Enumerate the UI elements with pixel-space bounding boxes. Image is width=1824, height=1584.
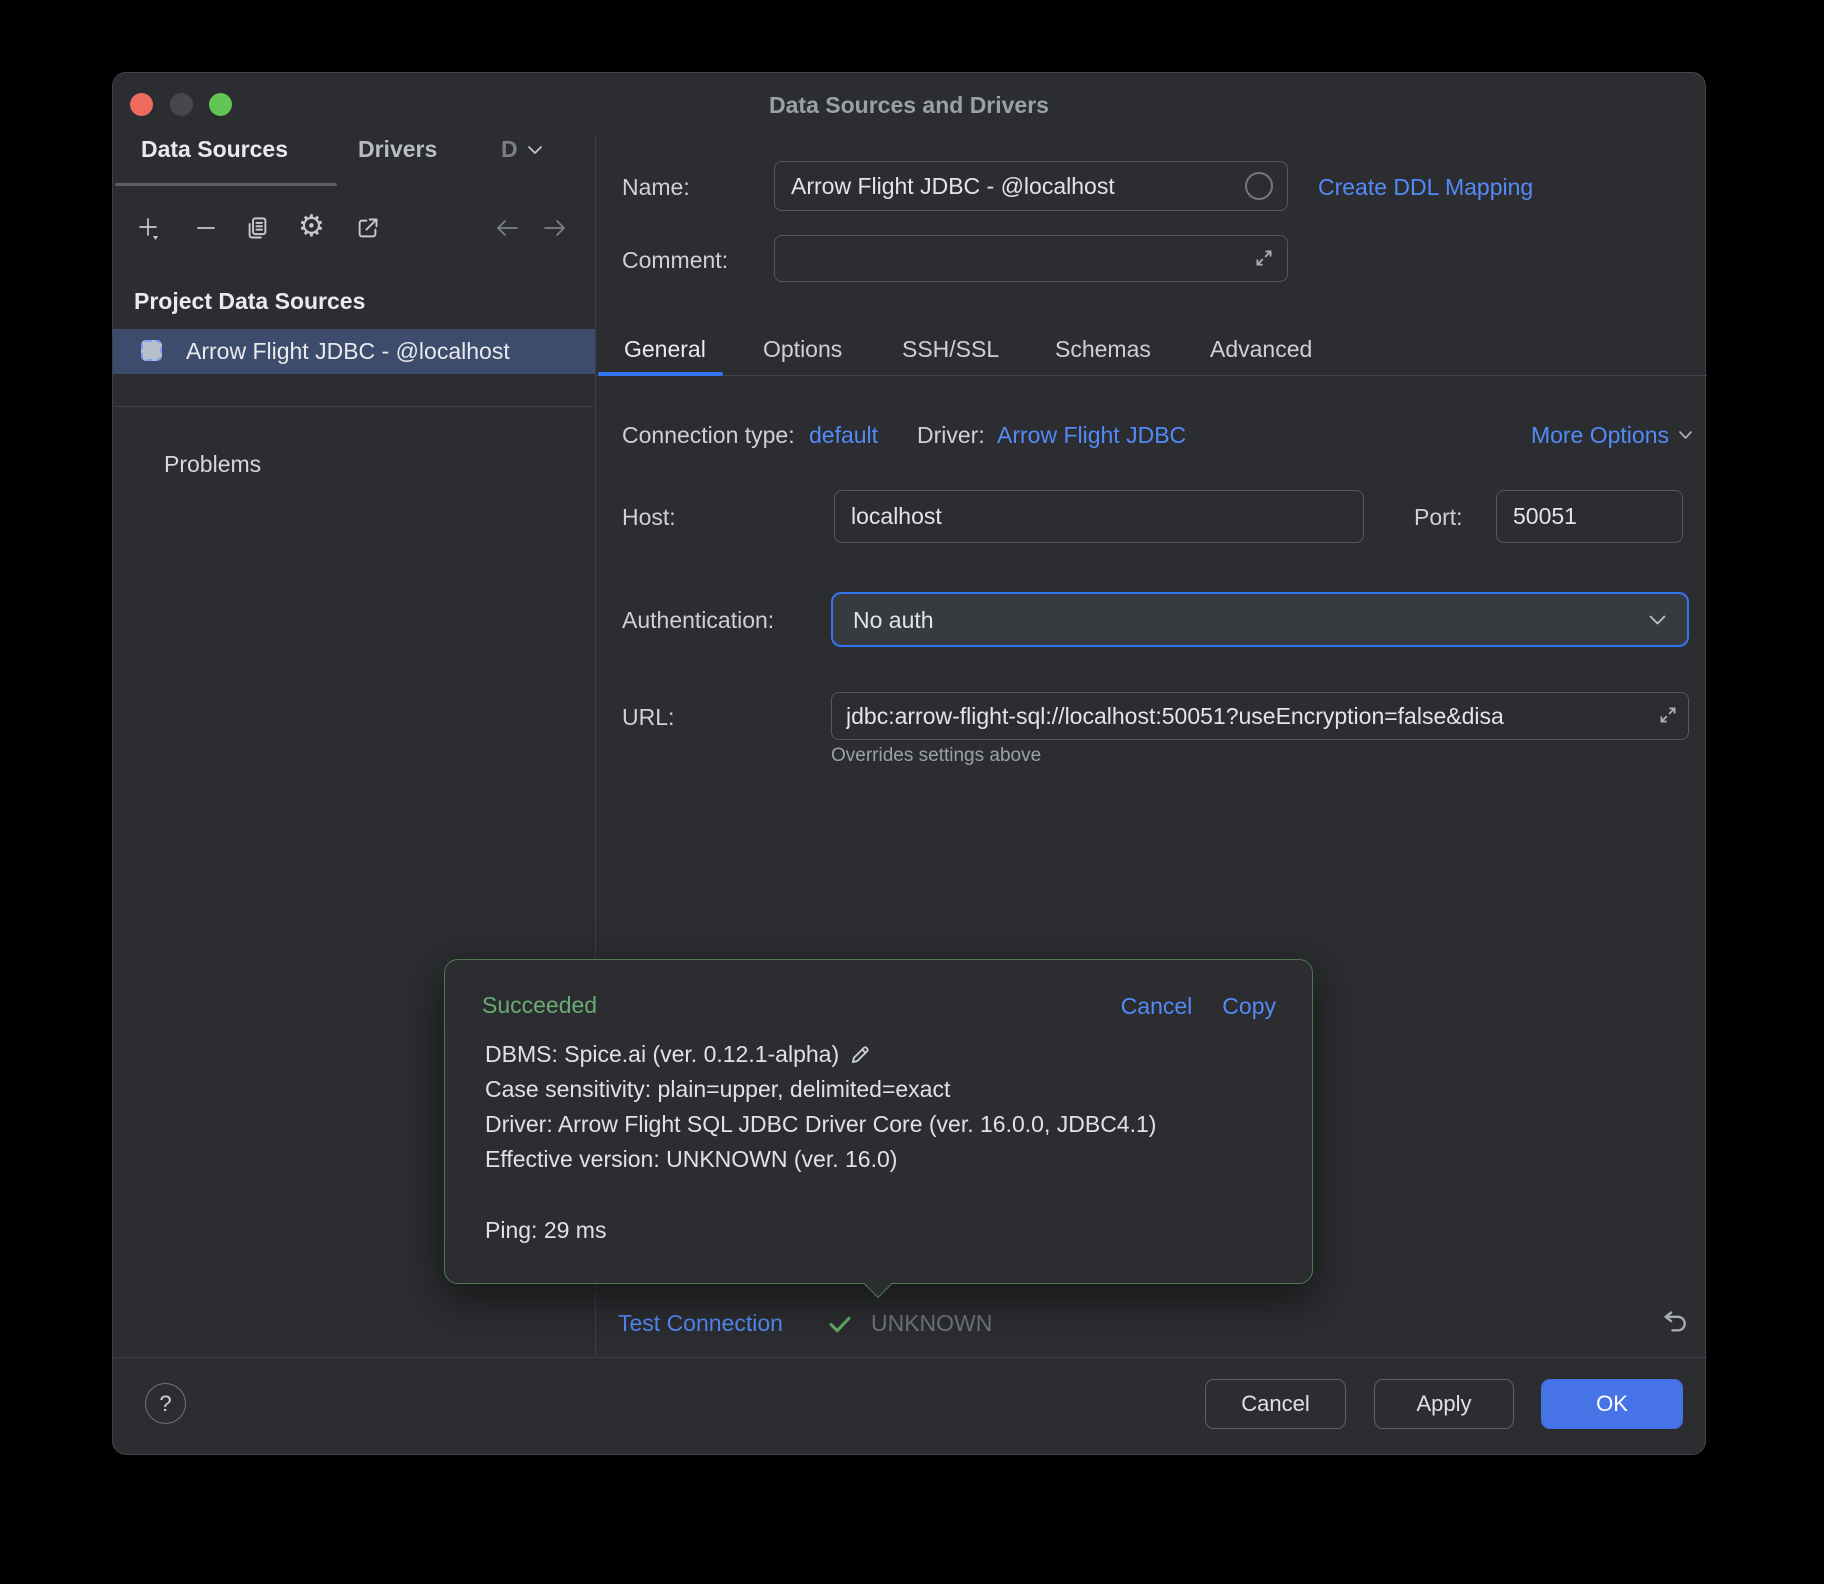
tab-schemas[interactable]: Schemas xyxy=(1055,335,1151,363)
host-label: Host: xyxy=(622,503,676,531)
active-tab-underline xyxy=(598,372,723,376)
chevron-down-icon xyxy=(1648,614,1667,626)
connection-status-value: UNKNOWN xyxy=(871,1309,992,1337)
data-sources-dialog: Data Sources and Drivers Data Sources Dr… xyxy=(112,72,1706,1455)
comment-input[interactable] xyxy=(774,235,1288,282)
sidebar-divider xyxy=(115,406,593,407)
list-item-arrow-flight-jdbc[interactable]: Arrow Flight JDBC - @localhost xyxy=(113,329,595,374)
port-input[interactable] xyxy=(1496,490,1683,543)
data-source-icon xyxy=(141,340,162,361)
remove-icon[interactable] xyxy=(193,215,219,241)
authentication-value: No auth xyxy=(853,606,1648,634)
driver-label: Driver: xyxy=(917,421,985,449)
tab-drivers[interactable]: Drivers xyxy=(358,135,437,163)
status-succeeded: Succeeded xyxy=(482,992,597,1019)
url-label: URL: xyxy=(622,703,674,731)
expand-icon[interactable] xyxy=(1253,247,1275,269)
help-icon[interactable]: ? xyxy=(145,1383,186,1424)
url-hint: Overrides settings above xyxy=(831,745,1041,767)
pencil-icon[interactable] xyxy=(849,1044,871,1066)
connection-type-label: Connection type: xyxy=(622,421,795,449)
tab-advanced[interactable]: Advanced xyxy=(1210,335,1312,363)
popup-copy-link[interactable]: Copy xyxy=(1222,992,1276,1020)
chevron-down-icon xyxy=(1678,430,1693,440)
name-label: Name: xyxy=(622,173,690,201)
authentication-label: Authentication: xyxy=(622,606,774,634)
tab-data-sources[interactable]: Data Sources xyxy=(141,135,288,163)
create-ddl-mapping-link[interactable]: Create DDL Mapping xyxy=(1318,173,1533,201)
comment-label: Comment: xyxy=(622,246,728,274)
refresh-circle-icon[interactable] xyxy=(1245,172,1273,200)
name-input[interactable] xyxy=(774,161,1288,211)
more-options-dropdown[interactable]: More Options xyxy=(1531,421,1693,449)
tab-general[interactable]: General xyxy=(624,335,706,363)
sidebar-active-tab-underline xyxy=(115,183,337,186)
list-item-label: Arrow Flight JDBC - @localhost xyxy=(186,337,510,365)
popup-tail xyxy=(864,1270,892,1298)
popup-dbms-line: DBMS: Spice.ai (ver. 0.12.1-alpha) xyxy=(485,1037,1156,1072)
window-title: Data Sources and Drivers xyxy=(113,91,1705,119)
chevron-down-icon[interactable] xyxy=(527,145,543,156)
host-input[interactable] xyxy=(834,490,1364,543)
popup-version-line: Effective version: UNKNOWN (ver. 16.0) xyxy=(485,1142,1156,1177)
tab-overflow-truncated[interactable]: D xyxy=(501,135,521,163)
apply-button[interactable]: Apply xyxy=(1374,1379,1514,1429)
popup-ping-line: Ping: 29 ms xyxy=(485,1213,1156,1248)
back-arrow-icon[interactable] xyxy=(493,217,521,239)
undo-icon[interactable] xyxy=(1657,1307,1689,1339)
duplicate-icon[interactable] xyxy=(244,215,271,242)
settings-gear-icon[interactable]: ⚙ xyxy=(298,211,325,243)
ok-button[interactable]: OK xyxy=(1541,1379,1683,1429)
expand-icon[interactable] xyxy=(1657,704,1679,726)
connection-type-value-link[interactable]: default xyxy=(809,421,878,449)
sidebar-item-problems[interactable]: Problems xyxy=(164,450,261,478)
footer-divider xyxy=(113,1357,1707,1358)
more-options-label: More Options xyxy=(1531,421,1669,449)
driver-value-link[interactable]: Arrow Flight JDBC xyxy=(997,421,1186,449)
test-connection-result-popup: Succeeded Cancel Copy DBMS: Spice.ai (ve… xyxy=(444,959,1313,1284)
add-icon[interactable] xyxy=(136,215,162,241)
port-label: Port: xyxy=(1414,503,1463,531)
popup-driver-line: Driver: Arrow Flight SQL JDBC Driver Cor… xyxy=(485,1107,1156,1142)
popup-cancel-link[interactable]: Cancel xyxy=(1121,992,1193,1020)
tabs-divider xyxy=(596,375,1707,376)
cancel-button[interactable]: Cancel xyxy=(1205,1379,1346,1429)
popup-case-line: Case sensitivity: plain=upper, delimited… xyxy=(485,1072,1156,1107)
test-connection-link[interactable]: Test Connection xyxy=(618,1309,783,1337)
export-icon[interactable] xyxy=(354,215,381,242)
authentication-select[interactable]: No auth xyxy=(831,592,1689,647)
forward-arrow-icon[interactable] xyxy=(541,217,569,239)
url-input[interactable] xyxy=(831,692,1689,740)
tab-ssh-ssl[interactable]: SSH/SSL xyxy=(902,335,999,363)
checkmark-icon xyxy=(829,1316,851,1333)
tab-options[interactable]: Options xyxy=(763,335,842,363)
project-data-sources-header: Project Data Sources xyxy=(134,287,365,315)
